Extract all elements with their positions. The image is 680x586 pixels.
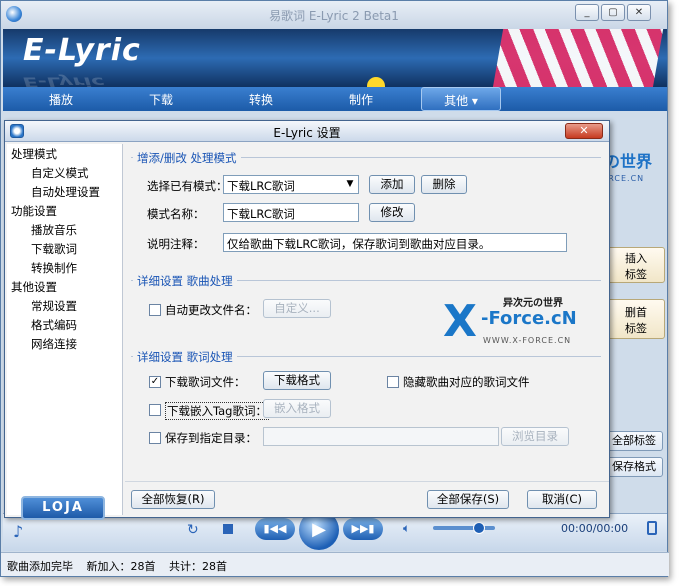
custom-rename-button[interactable]: 自定义... xyxy=(263,299,331,318)
stop-icon[interactable] xyxy=(223,524,233,534)
mode-name-label: 模式名称： xyxy=(147,207,205,221)
embed-format-button[interactable]: 嵌入格式 xyxy=(263,399,331,418)
status-message: 歌曲添加完毕 xyxy=(7,560,73,573)
save-all-button[interactable]: 全部保存(S) xyxy=(427,490,509,509)
volume-icon[interactable]: 🔈︎ xyxy=(403,521,410,536)
save-dir-checkbox[interactable] xyxy=(149,432,161,444)
menu-download[interactable]: 下载 xyxy=(121,91,201,108)
logo-reflection: E-Lyric xyxy=(23,74,105,87)
menu-make[interactable]: 制作 xyxy=(321,91,401,108)
menu-play[interactable]: 播放 xyxy=(21,91,101,108)
decorative-stripes xyxy=(489,29,665,87)
watermark-url: WWW.X-FORCE.CN xyxy=(483,336,572,345)
xforce-watermark: X 异次元の世界 -Force.cN WWW.X-FORCE.CN xyxy=(443,294,583,364)
tree-item-network[interactable]: 网络连接 xyxy=(31,336,77,352)
description-label: 说明注释： xyxy=(147,237,205,251)
chevron-down-icon[interactable]: ▼ xyxy=(342,176,358,193)
dialog-title-bar[interactable]: E-Lyric 设置 ✕ xyxy=(5,121,609,142)
minimize-button[interactable]: _ xyxy=(575,4,599,21)
window-title: 易歌词 E-Lyric 2 Beta1 xyxy=(269,9,399,23)
settings-content: 增添/删改 处理模式 选择已有模式： 下载LRC歌词 ▼ 添加 删除 模式名称：… xyxy=(125,144,609,515)
watermark-text: -Force.cN xyxy=(481,308,577,329)
save-dir-label: 保存到指定目录： xyxy=(165,431,257,445)
embed-tag-label: 下载嵌入Tag歌词： xyxy=(165,402,269,420)
hide-lyric-label: 隐藏歌曲对应的歌词文件 xyxy=(403,375,530,389)
embed-tag-checkbox[interactable] xyxy=(149,404,161,416)
close-button[interactable]: ✕ xyxy=(627,4,651,21)
status-bar: 歌曲添加完毕 新加入：28首 共计：28首 xyxy=(1,552,669,576)
next-button[interactable]: ▶▶▮ xyxy=(343,518,383,540)
section-song-title: 详细设置 歌曲处理 xyxy=(133,273,237,289)
select-mode-label: 选择已有模式： xyxy=(147,179,228,193)
menu-other[interactable]: 其他 ▾ xyxy=(421,87,501,111)
description-input[interactable]: 仅给歌曲下载LRC歌词，保存歌词到歌曲对应目录。 xyxy=(223,233,567,252)
tree-group-other[interactable]: 其他设置 xyxy=(11,279,57,295)
repeat-icon[interactable]: ↻ xyxy=(187,522,199,538)
tree-item-custom-mode[interactable]: 自定义模式 xyxy=(31,165,89,181)
insert-tag-button[interactable]: 插入 标签 xyxy=(607,247,665,283)
loja-logo: LOJA xyxy=(21,496,105,520)
delete-mode-button[interactable]: 删除 xyxy=(421,175,467,194)
menu-convert[interactable]: 转换 xyxy=(221,91,301,108)
watermark-x: X xyxy=(443,296,477,347)
auto-rename-label: 自动更改文件名： xyxy=(165,303,257,317)
volume-slider[interactable] xyxy=(433,526,495,530)
tree-item-general[interactable]: 常规设置 xyxy=(31,298,77,314)
status-new-added: 新加入：28首 xyxy=(86,560,156,573)
restore-button[interactable]: ▢ xyxy=(601,4,625,21)
download-lyric-label: 下载歌词文件： xyxy=(165,375,246,389)
download-format-button[interactable]: 下载格式 xyxy=(263,371,331,390)
tree-group-mode[interactable]: 处理模式 xyxy=(11,146,57,162)
volume-slider-thumb[interactable] xyxy=(473,522,485,534)
tree-item-encoding[interactable]: 格式编码 xyxy=(31,317,77,333)
restore-all-button[interactable]: 全部恢复(R) xyxy=(131,490,215,509)
settings-dialog: E-Lyric 设置 ✕ 处理模式 自定义模式 自动处理设置 功能设置 播放音乐… xyxy=(4,120,610,520)
hero-banner: E-Lyric E-Lyric xyxy=(3,29,667,87)
save-format-button[interactable]: 保存格式 xyxy=(605,457,663,477)
decorative-ball xyxy=(367,77,385,87)
tree-item-auto-process[interactable]: 自动处理设置 xyxy=(31,184,100,200)
auto-rename-checkbox[interactable] xyxy=(149,304,161,316)
cancel-button[interactable]: 取消(C) xyxy=(527,490,597,509)
music-note-icon: ♪ xyxy=(13,522,24,541)
mode-select[interactable]: 下载LRC歌词 ▼ xyxy=(223,175,359,194)
tree-group-function[interactable]: 功能设置 xyxy=(11,203,57,219)
tree-item-download-lyric[interactable]: 下载歌词 xyxy=(31,241,77,257)
section-mode-title: 增添/删改 处理模式 xyxy=(133,150,241,166)
tree-item-convert[interactable]: 转换制作 xyxy=(31,260,77,276)
dialog-footer: 全部恢复(R) 全部保存(S) 取消(C) xyxy=(125,481,609,515)
dialog-title: E-Lyric 设置 xyxy=(273,126,341,140)
add-mode-button[interactable]: 添加 xyxy=(369,175,415,194)
delete-tag-button[interactable]: 删首 标签 xyxy=(607,299,665,339)
modify-mode-button[interactable]: 修改 xyxy=(369,203,415,222)
all-tags-button[interactable]: 全部标签 xyxy=(605,431,663,451)
main-menu: 播放 下载 转换 制作 其他 ▾ xyxy=(3,87,667,111)
previous-button[interactable]: ▮◀◀ xyxy=(255,518,295,540)
playlist-icon[interactable] xyxy=(647,521,657,535)
dialog-close-button[interactable]: ✕ xyxy=(565,123,603,139)
mode-select-value: 下载LRC歌词 xyxy=(227,179,295,193)
watermark-cn: 异次元の世界 xyxy=(503,298,563,309)
hide-lyric-checkbox[interactable] xyxy=(387,376,399,388)
section-lyric-title: 详细设置 歌词处理 xyxy=(133,349,237,365)
app-logo: E-Lyric xyxy=(23,33,141,68)
tree-item-play-music[interactable]: 播放音乐 xyxy=(31,222,77,238)
settings-tree: 处理模式 自定义模式 自动处理设置 功能设置 播放音乐 下载歌词 转换制作 其他… xyxy=(7,144,123,520)
save-dir-input[interactable] xyxy=(263,427,499,446)
title-bar[interactable]: 易歌词 E-Lyric 2 Beta1 _ ▢ ✕ xyxy=(1,1,667,29)
player-time: 00:00/00:00 xyxy=(561,522,629,535)
status-total: 共计：28首 xyxy=(169,560,227,573)
mode-name-input[interactable]: 下载LRC歌词 xyxy=(223,203,359,222)
browse-dir-button[interactable]: 浏览目录 xyxy=(501,427,569,446)
download-lyric-checkbox[interactable]: ✓ xyxy=(149,376,161,388)
